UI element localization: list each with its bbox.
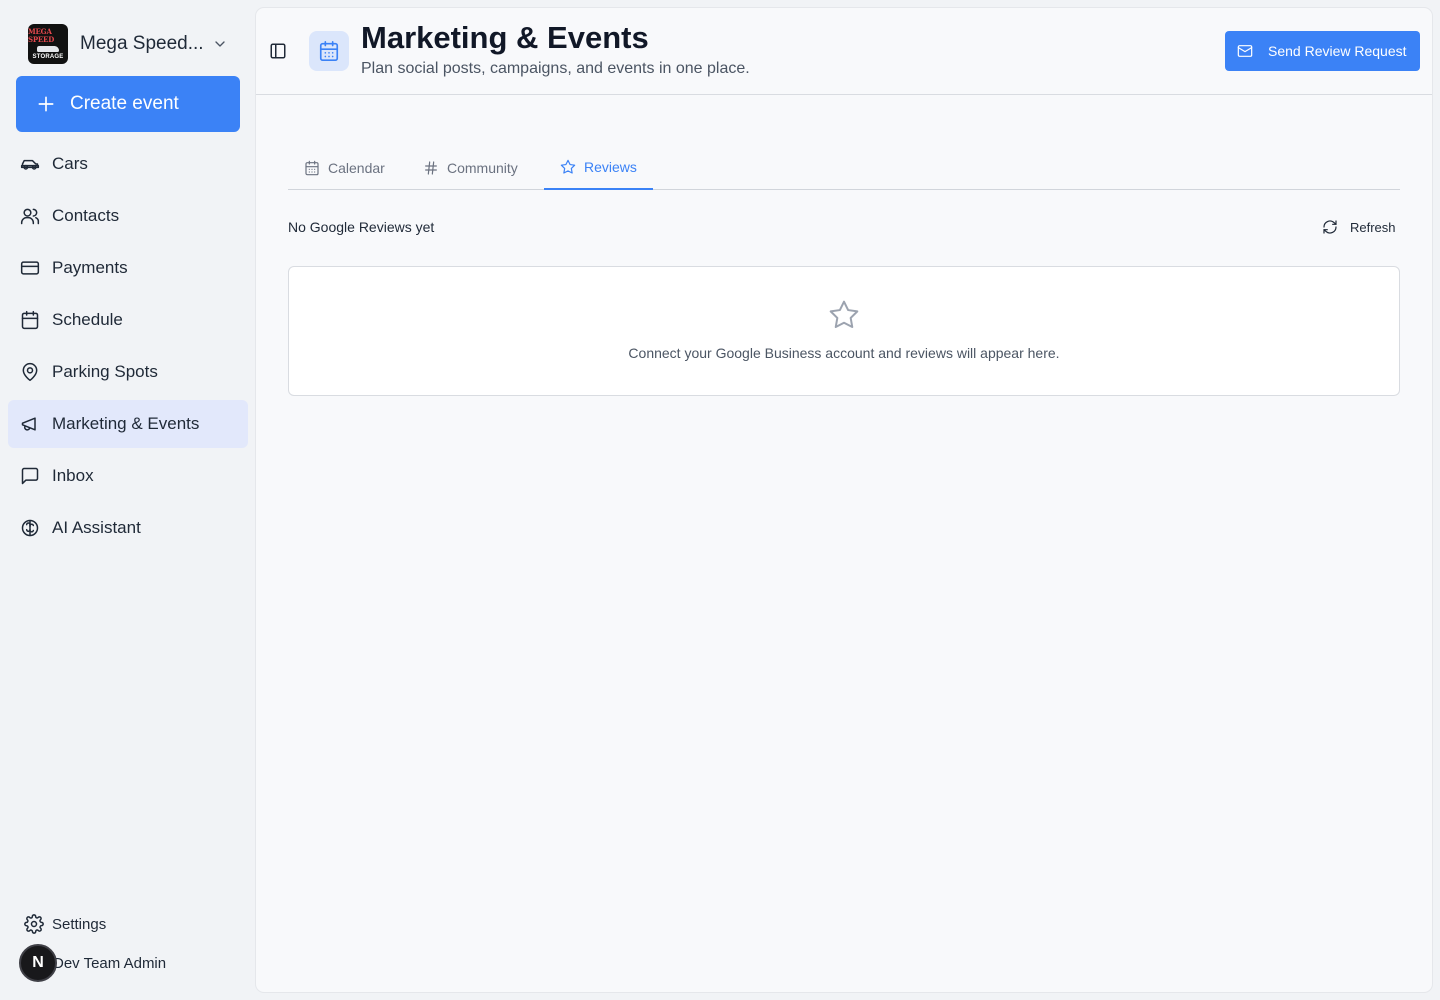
sidebar-item-label: Payments	[52, 258, 128, 277]
map-pin-icon	[22, 362, 38, 382]
tab-calendar[interactable]: Calendar	[288, 145, 401, 190]
page-header-icon	[309, 31, 349, 71]
tab-reviews[interactable]: Reviews	[544, 145, 653, 190]
sidebar-item-schedule[interactable]: Schedule	[8, 296, 248, 344]
send-review-request-label: Send Review Request	[1268, 43, 1407, 59]
refresh-icon	[1323, 220, 1337, 234]
reviews-empty-state: Connect your Google Business account and…	[288, 266, 1400, 396]
send-review-request-button[interactable]: Send Review Request	[1225, 31, 1420, 71]
calendar-days-icon	[319, 41, 339, 61]
org-name: Mega Speed...	[80, 33, 204, 54]
org-logo: MEGA SPEED STORAGE	[28, 24, 68, 64]
refresh-label: Refresh	[1350, 219, 1396, 235]
message-square-icon	[21, 467, 39, 485]
car-icon	[20, 159, 40, 170]
create-event-label: Create event	[70, 93, 179, 114]
tab-label: Community	[447, 159, 518, 176]
star-icon	[560, 159, 576, 174]
sidebar-item-label: Contacts	[52, 206, 120, 225]
sidebar-item-inbox[interactable]: Inbox	[8, 452, 248, 500]
sidebar-item-contacts[interactable]: Contacts	[8, 192, 248, 240]
brain-icon	[21, 519, 39, 537]
tab-label: Reviews	[584, 158, 637, 175]
user-menu[interactable]: N Dev Team Admin	[19, 944, 166, 982]
sidebar-item-marketing-events[interactable]: Marketing & Events	[8, 400, 248, 448]
page-title: Marketing & Events	[361, 20, 649, 55]
sidebar-item-label: Cars	[52, 154, 88, 173]
mail-icon	[1237, 45, 1253, 57]
org-logo-line3: STORAGE	[32, 53, 64, 60]
settings-label: Settings	[52, 915, 107, 933]
sidebar-item-cars[interactable]: Cars	[8, 140, 248, 188]
sidebar-item-ai-assistant[interactable]: AI Assistant	[8, 504, 248, 552]
sidebar-nav: Cars Contacts Payments Schedule Parking …	[8, 140, 248, 556]
app: MEGA SPEED STORAGE Mega Speed... Create …	[0, 0, 1440, 1000]
plus-icon	[38, 96, 54, 112]
credit-card-icon	[20, 261, 40, 275]
refresh-button[interactable]: Refresh	[1314, 213, 1404, 241]
gear-icon	[24, 914, 44, 934]
org-logo-car-shape	[37, 45, 59, 52]
sidebar-item-label: AI Assistant	[52, 518, 141, 537]
sidebar: MEGA SPEED STORAGE Mega Speed... Create …	[0, 0, 256, 1000]
sidebar-item-label: Schedule	[52, 310, 123, 329]
empty-state-message: Connect your Google Business account and…	[628, 345, 1060, 361]
avatar: N	[19, 944, 57, 982]
tab-bar: Calendar Community Reviews	[288, 145, 1400, 190]
chevron-down-icon	[215, 41, 225, 47]
tab-label: Calendar	[328, 159, 385, 176]
sidebar-item-settings[interactable]: Settings	[24, 912, 106, 936]
sidebar-item-parking-spots[interactable]: Parking Spots	[8, 348, 248, 396]
star-outline-icon	[829, 300, 859, 328]
hash-icon	[425, 160, 437, 175]
reviews-status-text: No Google Reviews yet	[288, 219, 435, 235]
page-subtitle: Plan social posts, campaigns, and events…	[361, 60, 750, 77]
sidebar-item-payments[interactable]: Payments	[8, 244, 248, 292]
user-name: Dev Team Admin	[53, 954, 167, 972]
page-header: Marketing & Events Plan social posts, ca…	[256, 8, 1432, 95]
sidebar-item-label: Inbox	[52, 466, 94, 485]
org-logo-line1: MEGA SPEED	[28, 26, 55, 44]
main-panel: Marketing & Events Plan social posts, ca…	[256, 8, 1432, 992]
sidebar-item-label: Marketing & Events	[52, 414, 200, 433]
calendar-icon	[21, 310, 39, 330]
megaphone-icon	[21, 417, 36, 431]
sidebar-item-label: Parking Spots	[52, 362, 158, 381]
calendar-icon	[305, 160, 319, 175]
org-switcher[interactable]: MEGA SPEED STORAGE Mega Speed...	[28, 24, 240, 64]
sidebar-toggle-icon[interactable]	[269, 42, 287, 60]
users-icon	[20, 208, 40, 225]
create-event-button[interactable]: Create event	[16, 76, 240, 132]
tab-community[interactable]: Community	[407, 145, 534, 190]
